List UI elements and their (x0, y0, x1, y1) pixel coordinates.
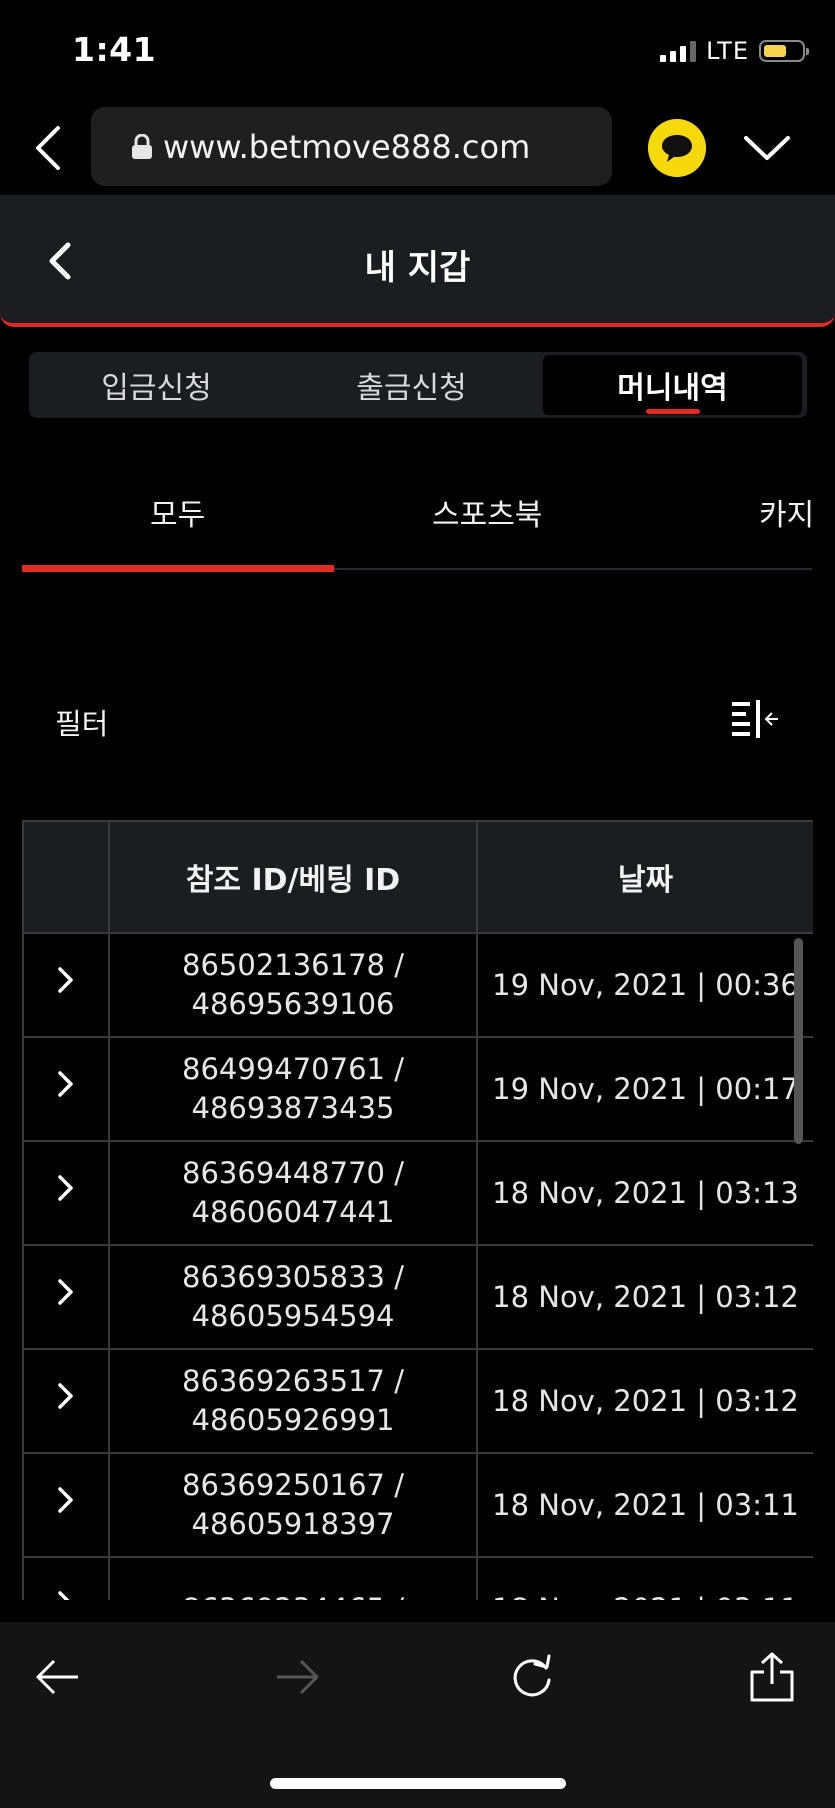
lock-icon (132, 133, 152, 159)
chevron-right-icon[interactable] (56, 1277, 76, 1307)
chevron-down-icon[interactable] (742, 128, 792, 168)
chevron-right-icon[interactable] (56, 1381, 76, 1411)
date-cell: 18 Nov, 2021 | 03:11 (476, 1556, 813, 1600)
expand-cell[interactable] (22, 1556, 110, 1600)
tab-all[interactable]: 모두 (150, 490, 205, 534)
expand-cell[interactable] (22, 1244, 110, 1350)
expand-cell[interactable] (22, 1036, 110, 1142)
url-bar[interactable]: www.betmove888.com (91, 107, 612, 186)
back-arrow-icon[interactable] (34, 1652, 82, 1702)
ref-id-cell: 86502136178 / 48695639106 (108, 932, 478, 1038)
bet-id: 48693873435 (191, 1091, 395, 1125)
chevron-right-icon[interactable] (56, 1173, 76, 1203)
expand-cell[interactable] (22, 1348, 110, 1454)
chevron-right-icon[interactable] (56, 965, 76, 995)
table-row[interactable]: 86369234465 /18 Nov, 2021 | 03:11 (22, 1556, 813, 1601)
tab-sportsbook[interactable]: 스포츠북 (432, 490, 542, 534)
ref-id: 86499470761 / (182, 1052, 404, 1086)
date-cell: 19 Nov, 2021 | 00:36 (476, 932, 813, 1038)
bet-id: 48606047441 (191, 1195, 395, 1229)
table-scrollbar[interactable] (794, 938, 803, 1144)
tab-deposit[interactable]: 입금신청 (29, 352, 284, 418)
date-cell: 18 Nov, 2021 | 03:13 (476, 1140, 813, 1246)
status-indicators: LTE (660, 34, 809, 68)
table-row[interactable]: 86502136178 / 48695639106 19 Nov, 2021 | 0… (22, 932, 813, 1038)
ref-id: 86369234465 / (111, 1590, 475, 1601)
tab-withdraw[interactable]: 출금신청 (284, 352, 539, 418)
bet-id: 48695639106 (191, 987, 395, 1021)
expand-cell[interactable] (22, 1140, 110, 1246)
ref-id: 86369448770 / (182, 1156, 404, 1190)
tab-money-history[interactable]: 머니내역 (543, 355, 802, 415)
ref-id: 86369250167 / (182, 1468, 404, 1502)
ref-id: 86369305833 / (182, 1260, 404, 1294)
active-tab-indicator (646, 409, 700, 414)
ref-id-cell: 86369305833 / 48605954594 (108, 1244, 478, 1350)
tab-casino[interactable]: 카지 (759, 490, 814, 534)
network-type: LTE (706, 37, 749, 65)
category-active-indicator (22, 565, 334, 572)
table-header-row: 참조 ID/베팅 ID 날짜 (22, 820, 813, 934)
expand-cell[interactable] (22, 932, 110, 1038)
ref-id-cell: 86369263517 / 48605926991 (108, 1348, 478, 1454)
date-cell: 18 Nov, 2021 | 03:11 (476, 1452, 813, 1558)
filter-label: 필터 (55, 707, 109, 741)
ref-id-cell: 86369250167 / 48605918397 (108, 1452, 478, 1558)
date-cell: 18 Nov, 2021 | 03:12 (476, 1244, 813, 1350)
bet-id: 48605926991 (191, 1403, 395, 1437)
filter-icon[interactable] (730, 696, 780, 740)
forward-arrow-icon (277, 1659, 319, 1695)
status-time: 1:41 (72, 30, 157, 69)
signal-icon (660, 40, 697, 62)
table-row[interactable]: 86369250167 / 48605918397 18 Nov, 2021 | 0… (22, 1452, 813, 1558)
expand-column-header (22, 820, 110, 934)
ref-id-header: 참조 ID/베팅 ID (108, 820, 478, 934)
date-cell: 18 Nov, 2021 | 03:12 (476, 1348, 813, 1454)
table-row[interactable]: 86369448770 / 48606047441 18 Nov, 2021 | 0… (22, 1140, 813, 1246)
bet-id: 48605954594 (191, 1299, 395, 1333)
table-row[interactable]: 86499470761 / 48693873435 19 Nov, 2021 | 0… (22, 1036, 813, 1142)
chevron-right-icon[interactable] (56, 1069, 76, 1099)
bet-id: 48605918397 (191, 1507, 395, 1541)
url-text: www.betmove888.com (163, 127, 531, 166)
date-header: 날짜 (476, 820, 813, 934)
share-icon[interactable] (748, 1652, 796, 1702)
table-row[interactable]: 86369263517 / 48605926991 18 Nov, 2021 | 0… (22, 1348, 813, 1454)
home-indicator (270, 1778, 566, 1789)
battery-icon (759, 40, 809, 62)
ref-id-cell: 86499470761 / 48693873435 (108, 1036, 478, 1142)
ref-id-cell: 86369234465 / (108, 1556, 478, 1601)
date-cell: 19 Nov, 2021 | 00:17 (476, 1036, 813, 1142)
ref-id: 86369263517 / (182, 1364, 404, 1398)
chat-icon[interactable] (648, 119, 706, 177)
browser-back-icon[interactable] (30, 122, 70, 174)
table-row[interactable]: 86369305833 / 48605954594 18 Nov, 2021 | 0… (22, 1244, 813, 1350)
money-history-table[interactable]: 참조 ID/베팅 ID 날짜 86502136178 / 48695639106 1… (22, 820, 813, 1600)
expand-cell[interactable] (22, 1452, 110, 1558)
ref-id: 86502136178 / (182, 948, 404, 982)
reload-icon[interactable] (508, 1652, 556, 1702)
ref-id-cell: 86369448770 / 48606047441 (108, 1140, 478, 1246)
chevron-right-icon[interactable] (56, 1589, 76, 1600)
page-title: 내 지갑 (364, 248, 471, 288)
chevron-right-icon[interactable] (56, 1485, 76, 1515)
